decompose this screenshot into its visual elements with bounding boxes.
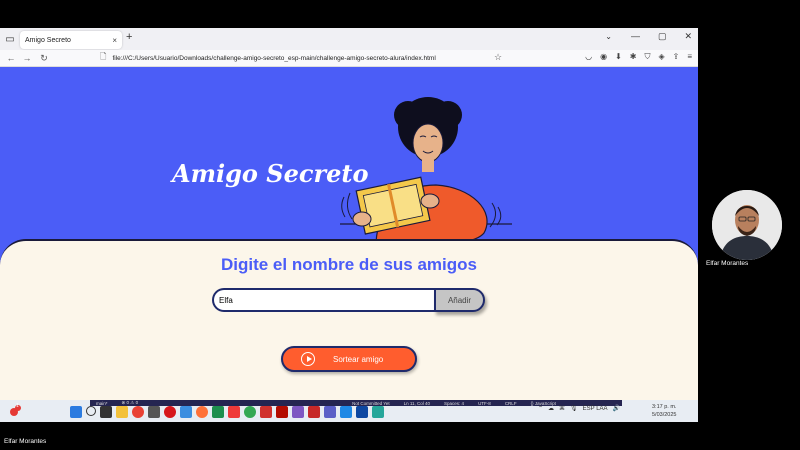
pdf-icon[interactable] xyxy=(260,406,272,418)
file-icon: 🗋 xyxy=(100,52,107,61)
notification-badge: 1 xyxy=(16,403,19,409)
network-icon[interactable]: ⌘ xyxy=(559,405,565,412)
avatar xyxy=(712,190,782,260)
tray-up-icon[interactable]: ⌃ xyxy=(538,405,543,412)
vscode-icon[interactable] xyxy=(340,406,352,418)
maximize-button[interactable]: ▢ xyxy=(658,31,667,42)
forward-button[interactable]: → xyxy=(20,51,34,65)
status-branch[interactable]: main* xyxy=(96,401,108,406)
language-indicator[interactable]: ESP LAA xyxy=(583,406,608,412)
close-window-button[interactable]: ✕ xyxy=(684,31,692,42)
shield-icon[interactable]: ⛉ xyxy=(644,52,650,62)
address-bar[interactable]: 🗋 file:///C:/Users/Usuario/Downloads/cha… xyxy=(100,51,508,65)
photos-icon[interactable] xyxy=(180,406,192,418)
taskbar-apps xyxy=(70,406,384,418)
cloud-icon[interactable]: ☁ xyxy=(548,405,554,412)
task-view-icon[interactable] xyxy=(100,406,112,418)
tab-list-icon[interactable]: ▭ xyxy=(2,31,18,47)
chrome-icon[interactable] xyxy=(132,406,144,418)
tab-close-icon[interactable]: × xyxy=(112,36,117,45)
status-commit: Not Committed Yet xyxy=(352,400,390,406)
participant-name: Elfar Morantes xyxy=(706,260,749,267)
status-encoding[interactable]: UTF-8 xyxy=(478,401,491,406)
status-spaces[interactable]: Spaces: 4 xyxy=(444,401,464,406)
minimize-button[interactable]: — xyxy=(631,31,640,42)
addon-icon[interactable]: ◈ xyxy=(658,52,664,62)
mic-icon[interactable]: 🎙 xyxy=(570,405,578,412)
toolbar-icons: ◡ ◉ ⬇ ✱ ⛉ ◈ ⇪ ≡ xyxy=(585,52,692,62)
pocket-icon[interactable]: ◡ xyxy=(585,52,592,62)
account-icon[interactable]: ◉ xyxy=(600,52,607,62)
windows-start-icon[interactable] xyxy=(70,406,82,418)
opera-icon[interactable] xyxy=(164,406,176,418)
draw-button-label: Sortear amigo xyxy=(333,354,384,364)
web-page: Amigo Secreto Digite el nombre de sus am… xyxy=(0,67,698,400)
add-button[interactable]: Añadir xyxy=(434,288,485,312)
firefox-icon[interactable] xyxy=(196,406,208,418)
system-tray: ⌃ ☁ ⌘ 🎙 ESP LAA 🔊 xyxy=(538,405,620,413)
share-icon[interactable]: ⇪ xyxy=(673,52,680,62)
draw-friend-button[interactable]: Sortear amigo xyxy=(281,346,417,372)
back-button[interactable]: ← xyxy=(4,51,18,65)
status-eol[interactable]: CRLF xyxy=(505,401,517,406)
mail-icon[interactable] xyxy=(308,406,320,418)
downloads-icon[interactable]: ⬇ xyxy=(615,52,622,62)
tab-title: Amigo Secreto xyxy=(25,36,71,44)
new-tab-button[interactable]: + xyxy=(126,31,132,43)
acrobat-icon[interactable] xyxy=(276,406,288,418)
reload-button[interactable]: ↻ xyxy=(37,51,51,65)
main-panel: Digite el nombre de sus amigos Elfa Añad… xyxy=(0,239,698,400)
file-explorer-icon[interactable] xyxy=(116,406,128,418)
browser-window: ▭ Amigo Secreto × + ⌄ — ▢ ✕ ← → ↻ 🗋 file… xyxy=(0,28,698,400)
teams-icon[interactable] xyxy=(324,406,336,418)
clock-date: 5/03/2025 xyxy=(652,412,677,418)
app-icon-2[interactable] xyxy=(356,406,368,418)
app-icon-3[interactable] xyxy=(372,406,384,418)
section-title: Digite el nombre de sus amigos xyxy=(220,255,477,274)
self-name: Elfar Morantes xyxy=(4,438,47,445)
bookmark-star-icon[interactable]: ☆ xyxy=(494,52,502,63)
clock-time: 3:17 p. m. xyxy=(652,404,677,410)
search-icon[interactable] xyxy=(86,406,96,416)
friend-name-input[interactable]: Elfa xyxy=(212,288,436,312)
window-controls: — ▢ ✕ xyxy=(631,31,692,42)
participant-video xyxy=(712,190,782,260)
vivaldi-icon[interactable] xyxy=(228,406,240,418)
tab-bar: ▭ Amigo Secreto × + ⌄ — ▢ ✕ xyxy=(0,28,698,50)
extensions-icon[interactable]: ✱ xyxy=(630,52,637,62)
screen: ▭ Amigo Secreto × + ⌄ — ▢ ✕ ← → ↻ 🗋 file… xyxy=(0,0,800,450)
media-icon[interactable] xyxy=(292,406,304,418)
tab-amigo-secreto[interactable]: Amigo Secreto × xyxy=(20,31,122,49)
menu-icon[interactable]: ≡ xyxy=(687,52,692,62)
taskbar-clock[interactable]: 3:17 p. m. 5/03/2025 xyxy=(652,403,676,419)
play-icon xyxy=(301,352,315,366)
app-icon[interactable] xyxy=(148,406,160,418)
person-with-box-illustration xyxy=(340,97,512,245)
url-text: file:///C:/Users/Usuario/Downloads/chall… xyxy=(112,54,436,62)
status-position[interactable]: Ln 11, Col 40 xyxy=(404,401,430,406)
chrome-icon-2[interactable] xyxy=(244,406,256,418)
chevron-down-icon[interactable]: ⌄ xyxy=(605,32,612,41)
spreadsheet-icon[interactable] xyxy=(212,406,224,418)
volume-icon[interactable]: 🔊 xyxy=(613,405,620,412)
navigation-bar: ← → ↻ 🗋 file:///C:/Users/Usuario/Downloa… xyxy=(0,50,698,67)
weather-icon[interactable]: 1 xyxy=(7,403,21,416)
